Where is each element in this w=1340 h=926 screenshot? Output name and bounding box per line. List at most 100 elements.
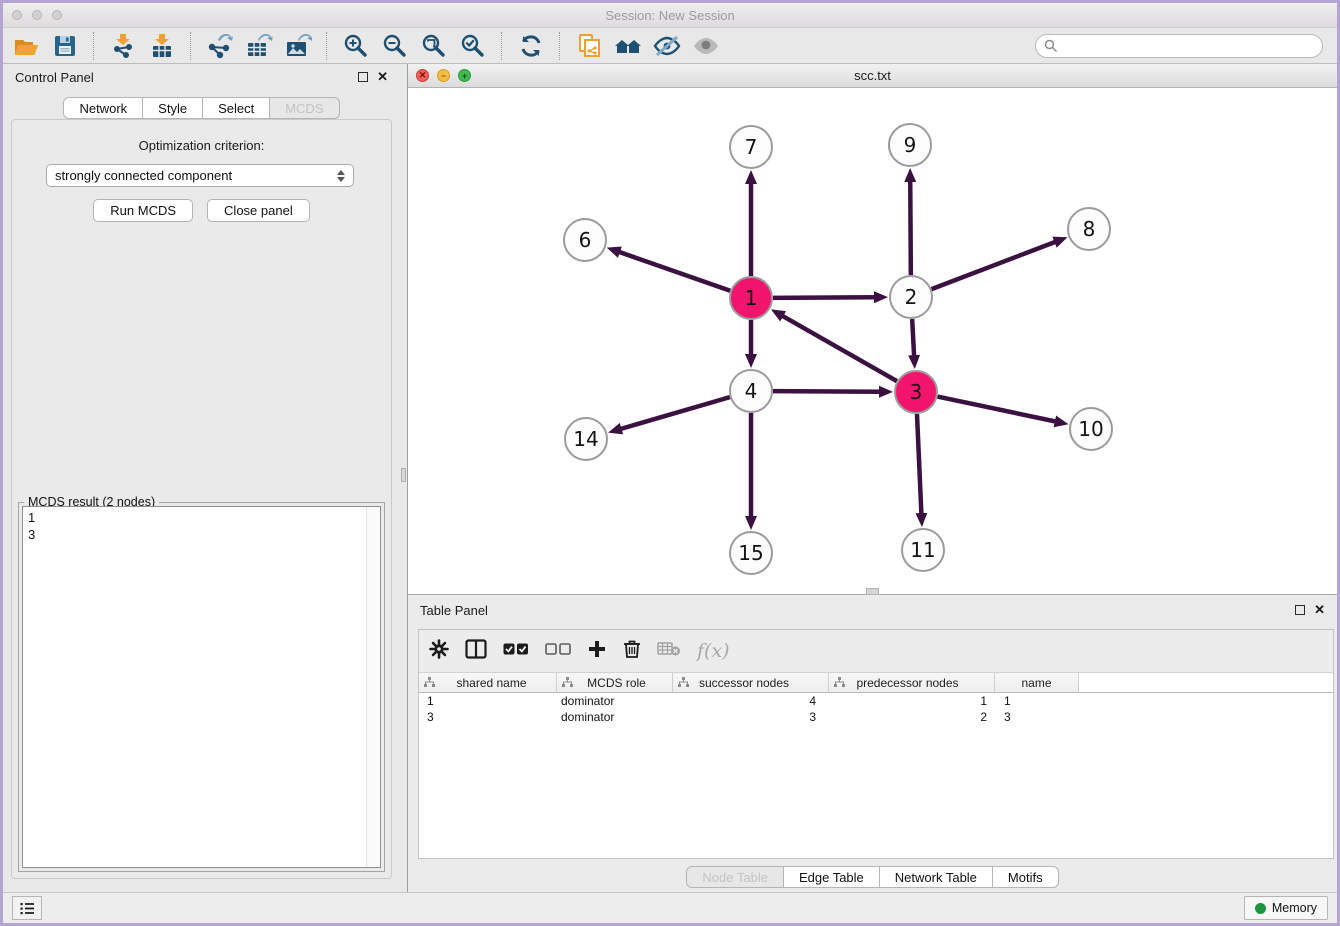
- network-zoom-button[interactable]: +: [458, 69, 471, 82]
- graph-node-9[interactable]: 9: [888, 123, 932, 167]
- graph-edge-3-1[interactable]: [781, 315, 896, 381]
- cell-successor-nodes[interactable]: 3: [673, 709, 829, 725]
- cell-mcds-role[interactable]: dominator: [557, 693, 673, 709]
- graph-node-2[interactable]: 2: [889, 275, 933, 319]
- open-session-icon[interactable]: [11, 32, 41, 60]
- graph-edge-1-6[interactable]: [618, 252, 730, 291]
- cell-shared-name[interactable]: 1: [419, 693, 557, 709]
- close-table-panel-icon[interactable]: ✕: [1314, 605, 1325, 615]
- memory-button[interactable]: Memory: [1244, 896, 1328, 920]
- minimize-window-button[interactable]: [32, 10, 42, 20]
- cell-predecessor-nodes[interactable]: 1: [829, 693, 995, 709]
- select-all-icon[interactable]: [503, 642, 529, 661]
- cell-name[interactable]: 3: [995, 709, 1079, 725]
- import-table-icon[interactable]: [147, 32, 177, 60]
- column-header-successor-nodes[interactable]: successor nodes: [673, 673, 829, 693]
- graph-edge-3-11[interactable]: [917, 414, 921, 515]
- column-header-shared-name[interactable]: shared name: [419, 673, 557, 693]
- toolbar-separator: [501, 32, 503, 60]
- graph-node-14[interactable]: 14: [564, 417, 608, 461]
- save-session-icon[interactable]: [50, 32, 80, 60]
- tab-select[interactable]: Select: [202, 97, 270, 119]
- tab-style[interactable]: Style: [142, 97, 203, 119]
- graph-node-3[interactable]: 3: [894, 370, 938, 414]
- graph-edge-4-3[interactable]: [773, 391, 881, 392]
- deselect-all-icon[interactable]: [545, 642, 571, 661]
- refresh-icon[interactable]: [516, 32, 546, 60]
- tab-motifs[interactable]: Motifs: [992, 866, 1059, 888]
- function-builder-icon[interactable]: f(x): [697, 640, 730, 662]
- memory-label: Memory: [1272, 901, 1317, 915]
- graph-node-11[interactable]: 11: [901, 528, 945, 572]
- graph-node-4[interactable]: 4: [729, 369, 773, 413]
- cell-predecessor-nodes[interactable]: 2: [829, 709, 995, 725]
- column-header-predecessor-nodes[interactable]: predecessor nodes: [829, 673, 995, 693]
- zoom-fit-icon[interactable]: [419, 32, 449, 60]
- tab-network-table[interactable]: Network Table: [879, 866, 993, 888]
- splitter-grip[interactable]: [401, 468, 406, 482]
- run-mcds-button[interactable]: Run MCDS: [93, 199, 193, 222]
- criterion-dropdown-value: strongly connected component: [55, 168, 232, 183]
- graph-node-1[interactable]: 1: [729, 276, 773, 320]
- show-all-icon[interactable]: [691, 32, 721, 60]
- zoom-window-button[interactable]: [52, 10, 62, 20]
- graph-node-label: 4: [745, 379, 758, 403]
- graph-edge-4-14[interactable]: [620, 397, 730, 429]
- graph-node-8[interactable]: 8: [1067, 207, 1111, 251]
- result-scrollbar[interactable]: [366, 507, 380, 867]
- delete-icon[interactable]: [623, 639, 641, 664]
- tab-network[interactable]: Network: [63, 97, 143, 119]
- graph-edge-2-8[interactable]: [932, 241, 1057, 289]
- first-neighbors-icon[interactable]: [613, 32, 643, 60]
- copy-network-icon[interactable]: [574, 32, 604, 60]
- add-icon[interactable]: [587, 639, 607, 664]
- task-history-button[interactable]: [12, 896, 42, 920]
- tab-node-table[interactable]: Node Table: [686, 866, 784, 888]
- graph-node-7[interactable]: 7: [729, 125, 773, 169]
- graph-node-6[interactable]: 6: [563, 218, 607, 262]
- graph-edge-2-3[interactable]: [912, 319, 914, 357]
- close-panel-icon[interactable]: ✕: [377, 72, 388, 82]
- toolbar-separator: [190, 32, 192, 60]
- columns-icon[interactable]: [465, 639, 487, 664]
- column-hierarchy-icon: [678, 677, 689, 691]
- zoom-selected-icon[interactable]: [458, 32, 488, 60]
- zoom-in-icon[interactable]: [341, 32, 371, 60]
- mcds-result-textarea[interactable]: 1 3: [22, 506, 381, 868]
- float-panel-icon[interactable]: [358, 72, 368, 82]
- table-row[interactable]: 3 dominator 3 2 3: [419, 709, 1333, 725]
- export-table-icon[interactable]: [244, 32, 274, 60]
- network-close-button[interactable]: ✕: [416, 69, 429, 82]
- graph-canvas[interactable]: 1 2 3 4 6 7 8 9 10 11 14 15: [408, 88, 1337, 594]
- gear-icon[interactable]: [429, 639, 449, 664]
- panel-splitter[interactable]: [400, 64, 407, 892]
- close-window-button[interactable]: [12, 10, 22, 20]
- table-toolbar: f(x): [419, 630, 1333, 673]
- cell-mcds-role[interactable]: dominator: [557, 709, 673, 725]
- import-network-icon[interactable]: [108, 32, 138, 60]
- tab-mcds[interactable]: MCDS: [269, 97, 339, 119]
- float-table-panel-icon[interactable]: [1295, 605, 1305, 615]
- table-row[interactable]: 1 dominator 4 1 1: [419, 693, 1333, 709]
- graph-node-10[interactable]: 10: [1069, 407, 1113, 451]
- close-panel-button[interactable]: Close panel: [207, 199, 310, 222]
- column-header-mcds-role[interactable]: MCDS role: [557, 673, 673, 693]
- criterion-dropdown[interactable]: strongly connected component: [46, 164, 354, 187]
- cell-name[interactable]: 1: [995, 693, 1079, 709]
- graph-node-15[interactable]: 15: [729, 531, 773, 575]
- zoom-out-icon[interactable]: [380, 32, 410, 60]
- graph-edge-1-2[interactable]: [773, 297, 876, 298]
- search-input[interactable]: [1035, 34, 1323, 58]
- network-window-grip[interactable]: [866, 588, 879, 595]
- tab-edge-table[interactable]: Edge Table: [783, 866, 880, 888]
- delete-table-icon[interactable]: [657, 641, 681, 662]
- export-image-icon[interactable]: [283, 32, 313, 60]
- column-header-name[interactable]: name: [995, 673, 1079, 693]
- hide-selected-icon[interactable]: [652, 32, 682, 60]
- cell-shared-name[interactable]: 3: [419, 709, 557, 725]
- export-network-icon[interactable]: [205, 32, 235, 60]
- network-minimize-button[interactable]: −: [437, 69, 450, 82]
- graph-edge-2-9[interactable]: [910, 180, 911, 275]
- cell-successor-nodes[interactable]: 4: [673, 693, 829, 709]
- graph-edge-3-10[interactable]: [938, 397, 1057, 422]
